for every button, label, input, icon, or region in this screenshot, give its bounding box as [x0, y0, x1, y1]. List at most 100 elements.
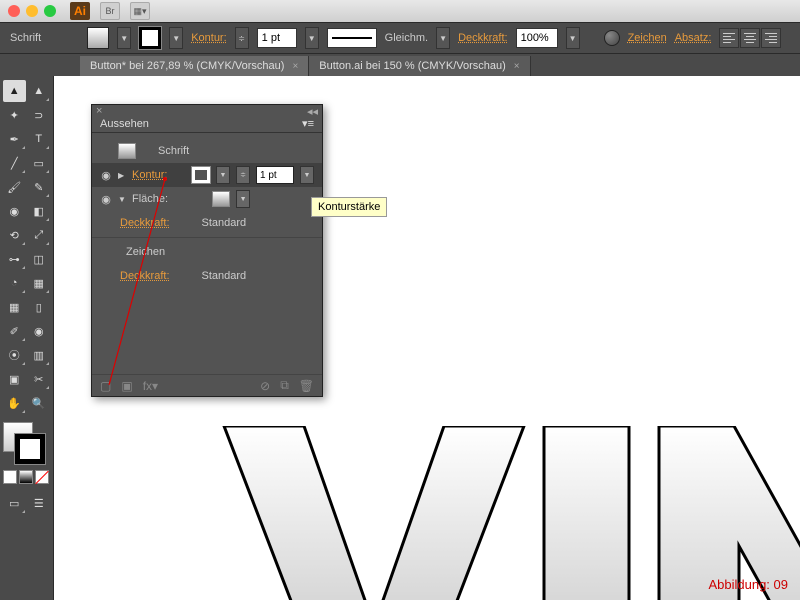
add-stroke-icon[interactable]: ▣ — [121, 379, 132, 393]
screen-mode[interactable]: ▭ — [3, 492, 26, 514]
document-tab-1[interactable]: Button* bei 267,89 % (CMYK/Vorschau) × — [80, 56, 309, 76]
kontur-swatch[interactable] — [192, 167, 210, 183]
clear-appearance-icon[interactable]: ⊘ — [260, 379, 270, 393]
document-tab-2[interactable]: Button.ai bei 150 % (CMYK/Vorschau)× — [309, 56, 530, 76]
color-mode-gradient[interactable] — [19, 470, 33, 484]
bridge-button[interactable]: Br — [100, 2, 120, 20]
slice-tool[interactable]: ✂ — [28, 368, 51, 390]
appearance-deckkraft-row-2[interactable]: Deckkraft: Standard — [92, 264, 322, 288]
kontur-weight-input[interactable] — [256, 166, 294, 184]
mesh-tool[interactable]: ▦ — [3, 296, 26, 318]
selection-tool[interactable]: ▲ — [3, 80, 26, 102]
panel-close-icon[interactable]: × — [96, 105, 102, 115]
artboard-tool[interactable]: ▣ — [3, 368, 26, 390]
stroke-weight-down[interactable]: ≑ — [235, 27, 249, 49]
visibility-icon[interactable]: ◉ — [100, 169, 112, 182]
width-tool[interactable]: ⊶ — [3, 248, 26, 270]
kontur-link[interactable]: Kontur: — [191, 32, 226, 44]
kontur-label[interactable]: Kontur: — [132, 169, 167, 181]
rectangle-tool[interactable]: ▭ — [28, 152, 51, 174]
stroke-dropdown[interactable]: ▼ — [169, 27, 183, 49]
align-right-button[interactable] — [761, 28, 781, 48]
shape-builder-tool[interactable]: ◔ — [3, 272, 26, 294]
add-effect-icon[interactable]: fx▾ — [143, 379, 158, 393]
lasso-tool[interactable]: ⊃ — [28, 104, 51, 126]
visibility-icon[interactable]: ◉ — [100, 193, 112, 206]
tab-label: Button* bei 267,89 % (CMYK/Vorschau) — [90, 60, 284, 72]
fill-dropdown[interactable]: ▼ — [117, 27, 131, 49]
change-screen-mode[interactable]: ☰ — [28, 492, 51, 514]
appearance-zeichen-row[interactable]: Zeichen — [92, 240, 322, 264]
hand-tool[interactable]: ✋ — [3, 392, 26, 414]
align-center-button[interactable] — [740, 28, 760, 48]
fill-swatch[interactable] — [87, 27, 109, 49]
eraser-tool[interactable]: ◧ — [28, 200, 51, 222]
color-mode-solid[interactable] — [3, 470, 17, 484]
panel-collapse-icon[interactable]: ◂◂ — [307, 105, 318, 115]
window-close-button[interactable] — [8, 5, 20, 17]
expand-icon[interactable]: ▶ — [118, 171, 126, 180]
absatz-link[interactable]: Absatz: — [675, 32, 712, 44]
line-tool[interactable]: ╱ — [3, 152, 26, 174]
stroke-profile[interactable] — [327, 28, 377, 48]
panel-menu-icon[interactable]: ▾≡ — [302, 117, 314, 130]
flaeche-swatch[interactable] — [212, 191, 230, 207]
stroke-box[interactable] — [15, 434, 45, 464]
zoom-tool[interactable]: 🔍 — [28, 392, 51, 414]
paintbrush-tool[interactable]: 🖌 — [3, 176, 26, 198]
control-bar: Schrift ▼ ▼ Kontur: ≑ ▼ Gleichm. ▼ Deckk… — [0, 22, 800, 54]
appearance-deckkraft-row-1[interactable]: Deckkraft: Standard — [92, 211, 322, 235]
schrift-swatch — [118, 143, 136, 159]
flaeche-swatch-drop[interactable]: ▼ — [236, 190, 250, 208]
window-minimize-button[interactable] — [26, 5, 38, 17]
tools-panel: ▲▲ ✦⊃ ✒T ╱▭ 🖌✎ ◉◧ ⟲⤢ ⊶◫ ◔▦ ▦▯ ✐◉ ⦿▥ ▣✂ ✋… — [0, 76, 54, 600]
kontur-weight-drop[interactable]: ▼ — [300, 166, 314, 184]
new-art-icon[interactable]: ▢ — [100, 379, 111, 393]
free-transform-tool[interactable]: ◫ — [28, 248, 51, 270]
rotate-tool[interactable]: ⟲ — [3, 224, 26, 246]
close-tab-icon[interactable]: × — [514, 61, 520, 72]
magic-wand-tool[interactable]: ✦ — [3, 104, 26, 126]
graph-tool[interactable]: ▥ — [28, 344, 51, 366]
window-maximize-button[interactable] — [44, 5, 56, 17]
appearance-kontur-row[interactable]: ◉ ▶ Kontur: ▼ ≑ ▼ — [92, 163, 322, 187]
scale-tool[interactable]: ⤢ — [28, 224, 51, 246]
gradient-tool[interactable]: ▯ — [28, 296, 51, 318]
symbol-sprayer-tool[interactable]: ⦿ — [3, 344, 26, 366]
duplicate-icon[interactable]: ⧉ — [280, 378, 289, 393]
appearance-flaeche-row[interactable]: ◉ ▼ Fläche: ▼ — [92, 187, 322, 211]
close-tab-icon[interactable]: × — [292, 61, 298, 72]
pencil-tool[interactable]: ✎ — [28, 176, 51, 198]
opacity-dropdown[interactable]: ▼ — [566, 27, 580, 49]
pen-tool[interactable]: ✒ — [3, 128, 26, 150]
figure-label: Abbildung: 09 — [708, 577, 788, 592]
type-tool[interactable]: T — [28, 128, 51, 150]
direct-selection-tool[interactable]: ▲ — [28, 80, 51, 102]
expand-icon[interactable]: ▼ — [118, 195, 126, 204]
profile-dropdown[interactable]: ▼ — [436, 27, 450, 49]
deckkraft-label[interactable]: Deckkraft: — [120, 270, 170, 282]
kontur-weight-stepper[interactable]: ≑ — [236, 166, 250, 184]
blend-tool[interactable]: ◉ — [28, 320, 51, 342]
stroke-swatch[interactable] — [139, 27, 161, 49]
color-mode-none[interactable] — [35, 470, 49, 484]
zeichen-label: Zeichen — [126, 246, 165, 258]
schrift-label: Schrift — [158, 145, 189, 157]
stroke-weight-dropdown[interactable]: ▼ — [305, 27, 319, 49]
deckkraft-link[interactable]: Deckkraft: — [458, 32, 508, 44]
opacity-input[interactable] — [516, 28, 558, 48]
eyedropper-tool[interactable]: ✐ — [3, 320, 26, 342]
blob-brush-tool[interactable]: ◉ — [3, 200, 26, 222]
delete-icon[interactable]: 🗑 — [299, 379, 314, 393]
kontur-swatch-drop[interactable]: ▼ — [216, 166, 230, 184]
illustrator-logo: Ai — [70, 2, 90, 20]
zeichen-link[interactable]: Zeichen — [628, 32, 667, 44]
recolor-icon[interactable] — [604, 30, 620, 46]
fill-stroke-indicator[interactable] — [3, 422, 49, 464]
align-left-button[interactable] — [719, 28, 739, 48]
appearance-schrift-row[interactable]: Schrift — [92, 139, 322, 163]
stroke-weight-input[interactable] — [257, 28, 297, 48]
deckkraft-label[interactable]: Deckkraft: — [120, 217, 170, 229]
perspective-grid-tool[interactable]: ▦ — [28, 272, 51, 294]
arrange-button[interactable]: ▦▾ — [130, 2, 150, 20]
